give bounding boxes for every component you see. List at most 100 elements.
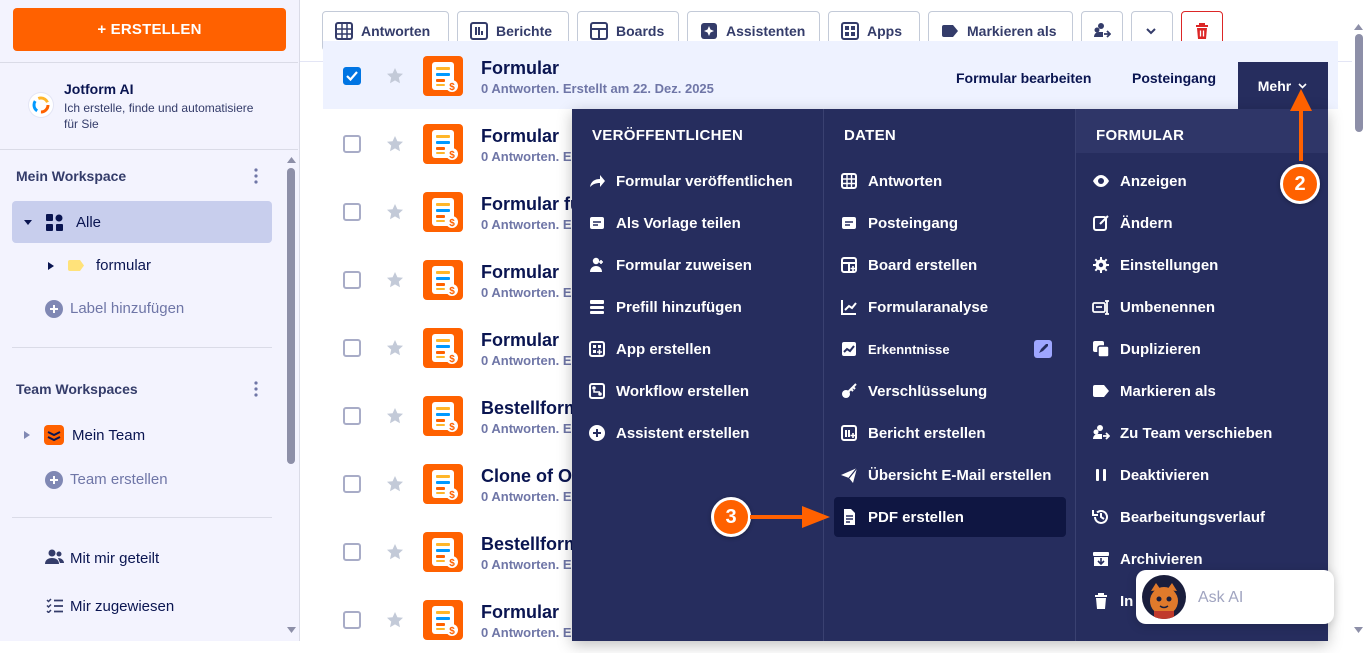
menu-item-publish-form[interactable]: Formular veröffentlichen: [588, 161, 793, 201]
row-checkbox[interactable]: [343, 203, 361, 221]
ask-ai-label[interactable]: Ask AI: [1198, 589, 1243, 607]
menu-item-disable[interactable]: Deaktivieren: [1092, 455, 1209, 495]
report-icon: [470, 22, 488, 40]
archive-icon: [1093, 552, 1109, 566]
menu-item-mark-as[interactable]: Markieren als: [1092, 371, 1216, 411]
sidebar-item-formular[interactable]: formular: [96, 257, 151, 274]
menu-item-form-analytics[interactable]: Formularanalyse: [840, 287, 988, 327]
menu-item-create-app[interactable]: App erstellen: [588, 329, 711, 369]
menu-item-add-prefill[interactable]: Prefill hinzufügen: [588, 287, 742, 327]
menu-item-label: Ändern: [1120, 214, 1173, 232]
menu-item-delete[interactable]: In: [1092, 581, 1133, 621]
form-title[interactable]: Formular: [481, 58, 559, 79]
form-meta: 0 Antworten. E: [481, 625, 572, 640]
apps-icon: [841, 22, 859, 40]
inbox-link[interactable]: Posteingang: [1132, 70, 1216, 86]
step-3-badge: 3: [711, 497, 751, 537]
sidebar-item-all-label: Alle: [76, 214, 102, 231]
row-checkbox[interactable]: [343, 475, 361, 493]
form-title[interactable]: Clone of Or: [481, 466, 579, 487]
menu-item-create-workflow[interactable]: Workflow erstellen: [588, 371, 749, 411]
star-icon[interactable]: [386, 339, 404, 357]
menu-item-label: Formularanalyse: [868, 298, 989, 316]
menu-item-submissions[interactable]: Antworten: [840, 161, 942, 201]
menu-item-label: Als Vorlage teilen: [616, 214, 741, 232]
edit-form-link[interactable]: Formular bearbeiten: [956, 70, 1091, 86]
row-checkbox[interactable]: [343, 271, 361, 289]
menu-item-assign-form[interactable]: Formular zuweisen: [588, 245, 752, 285]
menu-item-view[interactable]: Anzeigen: [1092, 161, 1187, 201]
menu-item-create-digest-email[interactable]: Übersicht E-Mail erstellen: [840, 455, 1051, 495]
row-checkbox[interactable]: [343, 407, 361, 425]
row-checkbox[interactable]: [343, 543, 361, 561]
row-checkbox[interactable]: [343, 611, 361, 629]
scroll-down-icon[interactable]: [287, 627, 296, 633]
menu-item-label: Archivieren: [1120, 550, 1203, 568]
menu-item-encryption[interactable]: Verschlüsselung: [840, 371, 987, 411]
menu-item-rename[interactable]: Umbenennen: [1092, 287, 1215, 327]
form-title[interactable]: Bestellform: [481, 534, 580, 555]
caret-right-icon[interactable]: [48, 262, 54, 270]
add-label-link[interactable]: Label hinzufügen: [70, 300, 184, 317]
gear-icon: [1093, 257, 1109, 273]
star-icon[interactable]: [386, 611, 404, 629]
star-icon[interactable]: [386, 475, 404, 493]
sidebar-scrollbar[interactable]: [287, 168, 295, 464]
menu-item-settings[interactable]: Einstellungen: [1092, 245, 1218, 285]
main-scrollbar[interactable]: [1355, 34, 1363, 132]
star-icon[interactable]: [386, 135, 404, 153]
team-move-icon: [1094, 23, 1111, 38]
form-title[interactable]: Formular: [481, 602, 559, 623]
menu-item-label: Deaktivieren: [1120, 466, 1210, 484]
plus-circle-icon: [589, 425, 605, 441]
menu-item-edit[interactable]: Ändern: [1092, 203, 1173, 243]
menu-item-duplicate[interactable]: Duplizieren: [1092, 329, 1201, 369]
workspace-more-icon[interactable]: [254, 168, 258, 184]
scroll-down-icon[interactable]: [1354, 627, 1363, 633]
menu-item-create-pdf[interactable]: PDF erstellen: [840, 497, 964, 537]
menu-item-create-report[interactable]: Bericht erstellen: [840, 413, 986, 453]
sidebar-item-assigned[interactable]: Mir zugewiesen: [70, 598, 174, 615]
create-button[interactable]: + ERSTELLEN: [13, 8, 286, 51]
form-title[interactable]: Formular: [481, 262, 559, 283]
form-title[interactable]: Formular: [481, 126, 559, 147]
form-title[interactable]: Bestellform: [481, 398, 580, 419]
caret-down-icon[interactable]: [24, 218, 32, 226]
menu-item-revision-history[interactable]: Bearbeitungsverlauf: [1092, 497, 1265, 537]
star-icon[interactable]: [386, 271, 404, 289]
divider: [823, 109, 824, 641]
form-icon: $: [423, 56, 463, 96]
star-icon[interactable]: [386, 67, 404, 85]
form-title[interactable]: Formular fü: [481, 194, 581, 215]
scroll-up-icon[interactable]: [1354, 24, 1363, 30]
form-heading: FORMULAR: [1096, 127, 1185, 144]
menu-item-label: Duplizieren: [1120, 340, 1201, 358]
team-more-icon[interactable]: [254, 381, 258, 397]
more-button[interactable]: Mehr: [1238, 62, 1328, 109]
menu-item-label: Verschlüsselung: [868, 382, 988, 400]
menu-item-insights[interactable]: Erkenntnisse: [840, 329, 1052, 369]
menu-item-label: Bearbeitungsverlauf: [1120, 508, 1266, 526]
menu-item-create-board[interactable]: Board erstellen: [840, 245, 977, 285]
create-team-icon[interactable]: [45, 471, 63, 489]
star-icon[interactable]: [386, 543, 404, 561]
menu-item-inbox[interactable]: Posteingang: [840, 203, 958, 243]
chevron-down-icon: [1146, 28, 1156, 35]
menu-item-create-agent[interactable]: Assistent erstellen: [588, 413, 749, 453]
star-icon[interactable]: [386, 407, 404, 425]
sidebar-item-my-team[interactable]: Mein Team: [72, 427, 145, 444]
svg-text:$: $: [449, 558, 455, 569]
row-checkbox[interactable]: [343, 339, 361, 357]
add-label-icon[interactable]: [45, 300, 63, 318]
scroll-up-icon[interactable]: [287, 157, 296, 163]
caret-right-icon[interactable]: [24, 431, 30, 439]
form-icon: $: [423, 192, 463, 232]
sidebar-item-shared[interactable]: Mit mir geteilt: [70, 550, 159, 567]
star-icon[interactable]: [386, 203, 404, 221]
form-title[interactable]: Formular: [481, 330, 559, 351]
row-checkbox[interactable]: [343, 135, 361, 153]
create-team-link[interactable]: Team erstellen: [70, 471, 168, 488]
row-checkbox[interactable]: [343, 67, 361, 85]
menu-item-move-to-team[interactable]: Zu Team verschieben: [1092, 413, 1272, 453]
menu-item-share-as-template[interactable]: Als Vorlage teilen: [588, 203, 741, 243]
